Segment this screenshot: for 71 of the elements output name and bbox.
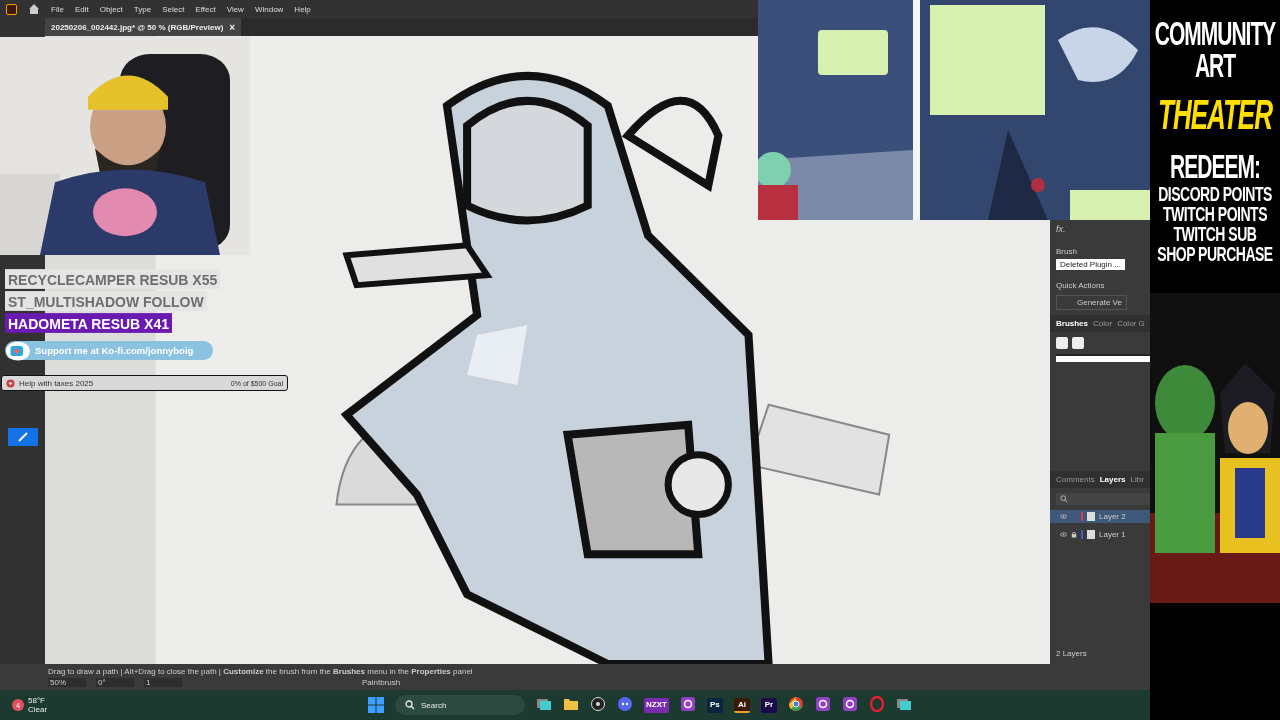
menu-item[interactable]: Edit bbox=[74, 4, 89, 14]
panel-tab[interactable]: Comments bbox=[1056, 474, 1095, 484]
app-icon[interactable] bbox=[814, 696, 831, 714]
search-icon bbox=[405, 700, 415, 710]
record-app-icon[interactable] bbox=[590, 696, 606, 714]
menu-item[interactable]: Window bbox=[254, 4, 284, 14]
panel-text: DISCORD POINTS bbox=[1158, 182, 1272, 204]
current-tool: Paintbrush bbox=[362, 678, 401, 687]
section-title: Quick Actions bbox=[1056, 281, 1106, 290]
cup-icon bbox=[5, 340, 31, 361]
layer-row[interactable]: Layer 1 bbox=[1050, 527, 1150, 541]
search-icon bbox=[1060, 494, 1068, 503]
layer-name: Layer 1 bbox=[1099, 529, 1126, 539]
panel-text: ART bbox=[1194, 48, 1236, 83]
panel-text: TWITCH POINTS bbox=[1163, 202, 1267, 224]
close-button[interactable]: × bbox=[229, 21, 236, 33]
menu-item[interactable]: Select bbox=[162, 4, 185, 14]
lock-icon[interactable] bbox=[1071, 530, 1077, 538]
brush-size-icon[interactable] bbox=[1072, 337, 1084, 349]
eye-icon[interactable] bbox=[1060, 513, 1067, 519]
layer-count: 2 Layers bbox=[1056, 649, 1088, 658]
app-icon[interactable]: NZXT bbox=[644, 697, 669, 713]
document-title: 20250206_002442.jpg* @ 50 % (RGB/Preview) bbox=[51, 22, 224, 32]
panel-text: COMMUNITY bbox=[1154, 15, 1276, 50]
app-icon[interactable] bbox=[841, 696, 858, 714]
artboard-dropdown[interactable]: 1 bbox=[144, 678, 182, 687]
app-icon[interactable]: Ps bbox=[706, 697, 723, 713]
panel-text: TWITCH SUB bbox=[1173, 222, 1257, 244]
generate-button[interactable]: Generate Ve bbox=[1056, 295, 1127, 310]
weather-badge: 4 bbox=[12, 699, 24, 711]
browser-icon[interactable] bbox=[787, 696, 804, 714]
menu-item[interactable]: Object bbox=[99, 4, 123, 14]
weather-condition: Clear bbox=[28, 705, 48, 714]
panel-tab[interactable]: Color G bbox=[1117, 319, 1145, 328]
chat-app-icon[interactable] bbox=[617, 696, 633, 714]
menu-item[interactable]: File bbox=[51, 4, 64, 14]
brush-dropdown[interactable]: Deleted Plugin ... bbox=[1056, 259, 1125, 270]
heart-icon bbox=[6, 378, 15, 388]
search-field[interactable] bbox=[1056, 492, 1150, 505]
search-field[interactable]: Search bbox=[395, 695, 525, 715]
fx-label: fx. bbox=[1056, 224, 1067, 234]
eye-icon[interactable] bbox=[1060, 531, 1067, 537]
zoom-dropdown[interactable]: 50% bbox=[48, 678, 86, 687]
panel-text: SHOP PURCHASE bbox=[1157, 242, 1273, 264]
panel-tab[interactable]: Libr bbox=[1130, 474, 1144, 484]
rotation-dropdown[interactable]: 0° bbox=[96, 678, 134, 687]
panel-text: REDEEM: bbox=[1170, 149, 1260, 184]
app-icon[interactable]: Ai bbox=[733, 697, 750, 713]
panel-tab[interactable]: Brushes bbox=[1056, 319, 1088, 328]
brush-tool-icon[interactable] bbox=[7, 428, 38, 446]
panel-tab[interactable]: Color bbox=[1093, 319, 1113, 328]
start-icon[interactable] bbox=[368, 697, 384, 713]
tool-hint: Drag to draw a path | Alt+Drag to close the path | Customize the brush from the Brushes menu in the Properties panel bbox=[48, 667, 474, 676]
app-logo-icon[interactable] bbox=[6, 3, 17, 15]
document-tab[interactable]: 20250206_002442.jpg* @ 50 % (RGB/Preview) × bbox=[45, 18, 242, 36]
menu-item[interactable]: Type bbox=[133, 4, 152, 14]
app-icon[interactable]: Pr bbox=[760, 697, 777, 713]
temperature: 58°F bbox=[28, 696, 46, 705]
brush-stroke-preview[interactable] bbox=[1056, 354, 1150, 362]
menu-item[interactable]: Help bbox=[294, 4, 311, 14]
layer-row[interactable]: Layer 2 bbox=[1050, 509, 1150, 523]
layer-name: Layer 2 bbox=[1099, 511, 1126, 521]
app-icon[interactable] bbox=[679, 696, 696, 714]
panel-text: THEATER bbox=[1158, 94, 1272, 136]
home-icon[interactable] bbox=[28, 3, 40, 15]
panel-tab[interactable]: Layers bbox=[1099, 474, 1126, 484]
brush-size-icon[interactable] bbox=[1056, 337, 1068, 349]
ring-icon[interactable] bbox=[868, 696, 885, 714]
menu-item[interactable]: Effect bbox=[195, 4, 216, 14]
menu-item[interactable]: View bbox=[226, 4, 244, 14]
brush-label: Brush bbox=[1056, 247, 1077, 256]
